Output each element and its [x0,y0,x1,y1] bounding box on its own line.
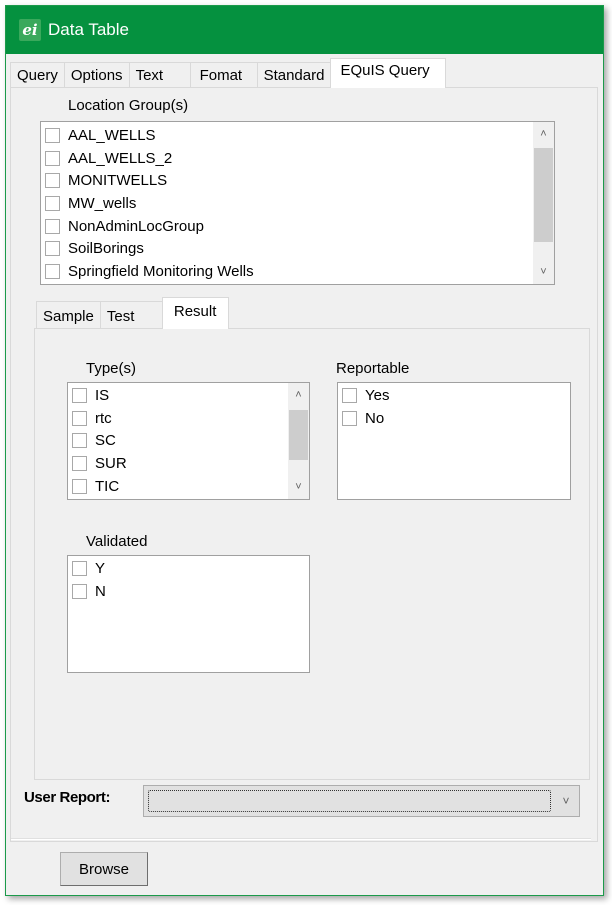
item-label: Yes [365,386,390,404]
checkbox[interactable] [72,410,87,426]
checkbox[interactable] [72,433,87,449]
scrollbar-thumb[interactable] [534,148,553,242]
scroll-up-icon[interactable]: ˄ [533,124,554,144]
list-item[interactable]: Y [68,557,309,580]
result-tab-strip: Sample Test Result [36,297,229,329]
item-label: MW_wells [68,194,137,212]
item-label: SUR [95,454,127,472]
scroll-up-icon[interactable]: ˄ [288,385,309,405]
item-label: AAL_WELLS_2 [68,149,173,167]
data-table-window: ei Data Table Query Options Text Fomat S… [5,5,604,896]
checkbox[interactable] [45,173,60,189]
list-item[interactable]: Yes [338,384,570,407]
list-item[interactable]: SC [68,429,309,452]
item-label: rtc [95,409,112,427]
checkbox[interactable] [45,263,60,279]
window-title: Data Table [48,20,129,39]
tab-equis-query[interactable]: EQuIS Query [330,58,447,88]
browse-button[interactable]: Browse [60,852,148,886]
location-groups-list[interactable]: AAL_WELLS AAL_WELLS_2 MONITWELLS MW_well… [40,121,555,285]
scroll-down-icon[interactable]: ˅ [533,262,554,282]
checkbox[interactable] [72,478,87,494]
item-label: Y [95,559,106,577]
checkbox[interactable] [342,387,357,403]
checkbox[interactable] [45,195,60,211]
list-item[interactable]: SUR [68,452,309,475]
types-label: Type(s) [86,360,137,377]
checkbox[interactable] [45,127,60,143]
tab-text[interactable]: Text [128,62,191,88]
list-item[interactable]: AAL_WELLS [41,124,554,147]
user-report-value[interactable] [148,790,551,812]
list-item[interactable]: N [68,580,309,603]
list-item[interactable]: AAL_WELLS_2 [41,147,554,170]
list-item[interactable]: Springfield Monitoring Wells [41,260,554,283]
checkbox[interactable] [45,218,60,234]
list-item[interactable]: MONITWELLS [41,169,554,192]
list-item[interactable]: NonAdminLocGroup [41,215,554,238]
checkbox[interactable] [342,410,357,426]
checkbox[interactable] [72,583,87,599]
reportable-list[interactable]: Yes No [337,382,571,500]
item-label: SC [95,432,116,450]
item-label: Springfield Monitoring Wells [68,262,254,280]
tab-sample[interactable]: Sample [36,301,101,329]
types-scrollbar[interactable]: ˄ ˅ [288,383,309,499]
validated-list[interactable]: Y N [67,555,310,673]
item-label: No [365,409,385,427]
checkbox[interactable] [45,241,60,257]
checkbox[interactable] [72,455,87,471]
ei-logo-icon: ei [19,19,41,41]
reportable-label: Reportable [336,360,410,377]
checkbox[interactable] [72,560,87,576]
item-label: SoilBorings [68,240,144,258]
checkbox[interactable] [72,387,87,403]
item-label: AAL_WELLS [68,126,156,144]
user-report-dropdown[interactable]: ˅ [143,785,580,817]
tab-options[interactable]: Options [63,62,130,88]
list-item[interactable]: rtc [68,407,309,430]
tab-test[interactable]: Test [99,301,163,329]
tab-standard[interactable]: Standard [256,62,332,88]
tab-query[interactable]: Query [10,62,65,88]
scrollbar-thumb[interactable] [289,410,308,460]
main-tab-strip: Query Options Text Fomat Standard EQuIS … [10,58,447,88]
user-report-label: User Report: [24,789,111,806]
chevron-down-icon[interactable]: ˅ [553,786,579,816]
validated-label: Validated [86,533,148,550]
divider [11,838,591,840]
title-bar: ei Data Table [6,6,603,54]
tab-result[interactable]: Result [161,297,229,329]
list-item[interactable]: No [338,407,570,430]
equis-query-page: Location Group(s) AAL_WELLS AAL_WELLS_2 … [10,87,598,842]
location-groups-scrollbar[interactable]: ˄ ˅ [533,122,554,284]
types-list[interactable]: IS rtc SC SUR TIC ˄ ˅ [67,382,310,500]
tab-format[interactable]: Fomat [189,62,258,88]
location-groups-label: Location Group(s) [68,97,189,114]
list-item[interactable]: MW_wells [41,192,554,215]
item-label: N [95,582,106,600]
list-item[interactable]: SoilBorings [41,237,554,260]
checkbox[interactable] [45,150,60,166]
scroll-down-icon[interactable]: ˅ [288,477,309,497]
result-page: Type(s) IS rtc SC SUR TIC ˄ ˅ Reportable [34,328,590,780]
list-item[interactable]: IS [68,384,309,407]
list-item[interactable]: TIC [68,475,309,498]
item-label: TIC [95,477,120,495]
item-label: NonAdminLocGroup [68,217,204,235]
item-label: MONITWELLS [68,172,168,190]
item-label: IS [95,386,110,404]
